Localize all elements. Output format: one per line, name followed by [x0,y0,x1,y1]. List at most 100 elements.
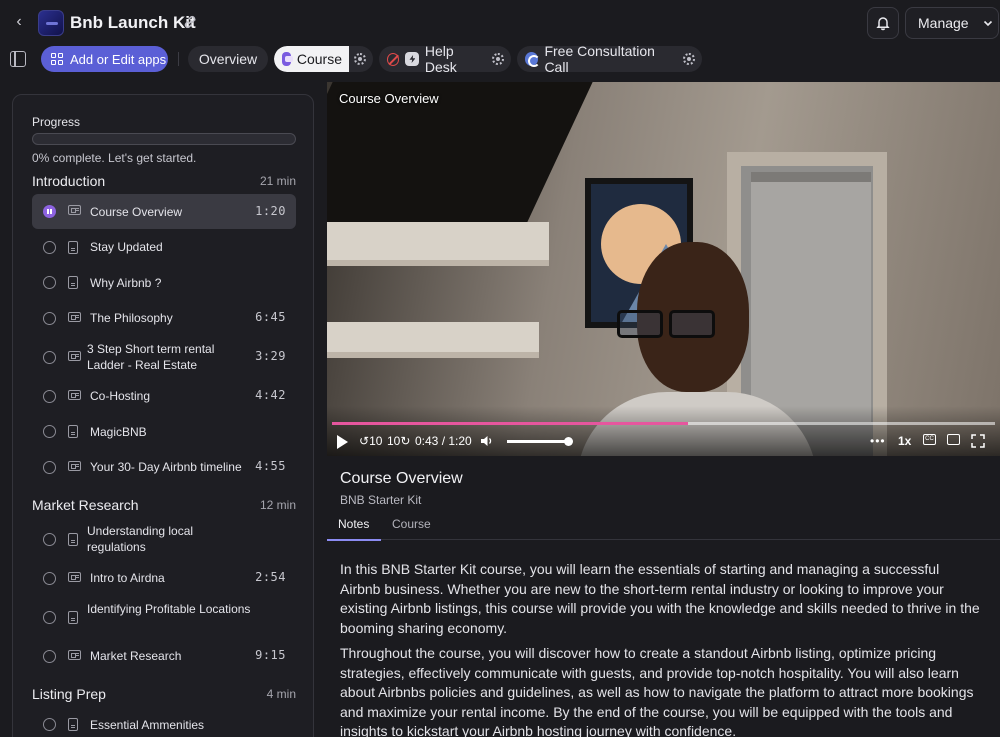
time-display: 0:43 / 1:20 [415,434,472,448]
video-lesson-icon [68,460,81,471]
notes-paragraph: In this BNB Starter Kit course, you will… [340,561,980,636]
video-seek-bar[interactable] [332,422,995,425]
lesson-item[interactable]: The Philosophy 6:45 [32,301,296,336]
lesson-title: Essential Ammenities [90,717,205,732]
video-seek-played [332,422,689,425]
lesson-tabs: Notes Course [326,514,1000,541]
tab-free-consultation-call[interactable]: Free Consultation Call [517,43,702,75]
lesson-item[interactable]: Market Research 9:15 [32,639,296,674]
lesson-item[interactable]: Intro to Airdna 2:54 [32,561,296,596]
captions-icon[interactable]: CC [923,434,936,445]
completion-radio[interactable] [43,460,56,474]
lesson-title: Identifying Profitable Locations [87,602,251,616]
skip-forward-label: 10 [387,434,401,448]
document-icon [68,276,78,289]
tab-overview[interactable]: Overview [188,46,268,72]
help-desk-settings-gear-icon[interactable] [492,53,504,65]
completion-radio[interactable] [43,311,56,325]
fullscreen-icon[interactable] [971,434,985,448]
play-icon[interactable] [337,435,348,449]
picture-in-picture-icon[interactable] [947,434,960,445]
video-lesson-icon [68,389,81,400]
volume-icon[interactable] [480,434,494,448]
course-outline-sidebar: Progress 0% complete. Let's get started.… [12,94,314,737]
lesson-duration: 4:55 [255,459,286,473]
video-lesson-icon [68,571,81,582]
completion-radio[interactable] [43,649,56,663]
completion-radio[interactable] [43,276,56,289]
document-icon [68,610,78,624]
no-entry-icon [387,52,400,66]
video-lesson-icon [68,205,81,215]
skip-forward-button[interactable]: 10↻ [387,433,410,449]
manage-dropdown[interactable]: Manage [905,7,999,39]
pause-icon[interactable] [43,205,56,218]
video-lesson-icon [68,350,81,361]
section-header[interactable]: Listing Prep 4 min [32,686,296,702]
tab-help-desk[interactable]: Help Desk [379,43,511,75]
completion-radio[interactable] [43,389,56,403]
tab-help-desk-label: Help Desk [424,43,457,75]
section-header[interactable]: Market Research 12 min [32,497,296,513]
volume-slider[interactable] [507,437,574,446]
more-options-icon[interactable]: ••• [870,433,886,449]
video-player[interactable]: Course Overview ↺10 10↻ 0:43 / 1:20 ••• … [327,82,1000,456]
completion-radio[interactable] [43,350,56,364]
lesson-item[interactable]: Understanding local regulations [32,518,296,560]
course-settings-gear-icon[interactable] [354,53,366,65]
notifications-button[interactable] [867,7,899,39]
lesson-item[interactable]: Course Overview 1:20 [32,194,296,229]
consultation-settings-gear-icon[interactable] [683,53,695,65]
lesson-title: The Philosophy [90,311,173,325]
lesson-item[interactable]: Stay Updated [32,230,296,265]
sidebar-toggle-icon[interactable] [10,51,26,67]
skip-back-label: 10 [369,434,383,448]
section-title: Introduction [32,173,106,189]
lesson-item[interactable]: Essential Ammenities [32,707,296,737]
chevron-left-icon[interactable]: ‹ [10,13,28,31]
lesson-item[interactable]: 3 Step Short term rental Ladder - Real E… [32,336,296,378]
lesson-duration: 4:42 [255,388,286,402]
section-duration: 4 min [266,687,296,701]
app-tab-row: Add or Edit apps Overview Course Help De… [0,43,1000,75]
completion-radio[interactable] [43,425,56,438]
progress-label: Progress [32,115,81,129]
completion-radio[interactable] [43,610,56,624]
section-header[interactable]: Introduction 21 min [32,173,296,189]
skip-back-button[interactable]: ↺10 [359,433,382,449]
tab-course-info[interactable]: Course [392,517,431,540]
lesson-item[interactable]: MagicBNB [32,414,296,449]
lesson-duration: 6:45 [255,310,286,324]
completion-radio[interactable] [43,571,56,585]
playback-speed-button[interactable]: 1x [898,433,911,449]
section-duration: 21 min [259,174,296,188]
lesson-course-name: BNB Starter Kit [340,493,422,507]
link-icon[interactable] [182,14,198,30]
tab-notes[interactable]: Notes [326,517,382,541]
document-icon [68,532,78,546]
tab-consultation-label: Free Consultation Call [544,43,655,75]
tab-course[interactable]: Course [274,46,373,72]
app-logo [38,10,64,36]
completion-radio[interactable] [43,240,56,254]
lesson-item[interactable]: Why Airbnb ? [32,265,296,300]
lesson-duration: 3:29 [255,349,286,363]
lesson-item[interactable]: Identifying Profitable Locations [32,596,296,638]
manage-label: Manage [918,15,969,31]
lesson-title: Market Research [90,649,182,663]
notes-paragraph: Throughout the course, you will discover… [340,645,974,737]
apps-grid-icon [51,53,63,65]
completion-radio[interactable] [43,718,56,731]
lesson-item[interactable]: Your 30- Day Airbnb timeline 4:55 [32,450,296,485]
tab-course-main[interactable]: Course [274,46,349,72]
video-frame-shelf [327,222,549,266]
help-desk-app-icon [405,52,419,66]
lesson-title: Intro to Airdna [90,571,165,585]
lesson-title: Co-Hosting [90,389,151,403]
add-edit-apps-button[interactable]: Add or Edit apps [41,46,168,72]
lesson-title: Your 30- Day Airbnb timeline [90,460,242,474]
document-icon [68,425,78,438]
lesson-item[interactable]: Co-Hosting 4:42 [32,379,296,414]
completion-radio[interactable] [43,532,56,546]
tab-divider [178,52,179,66]
